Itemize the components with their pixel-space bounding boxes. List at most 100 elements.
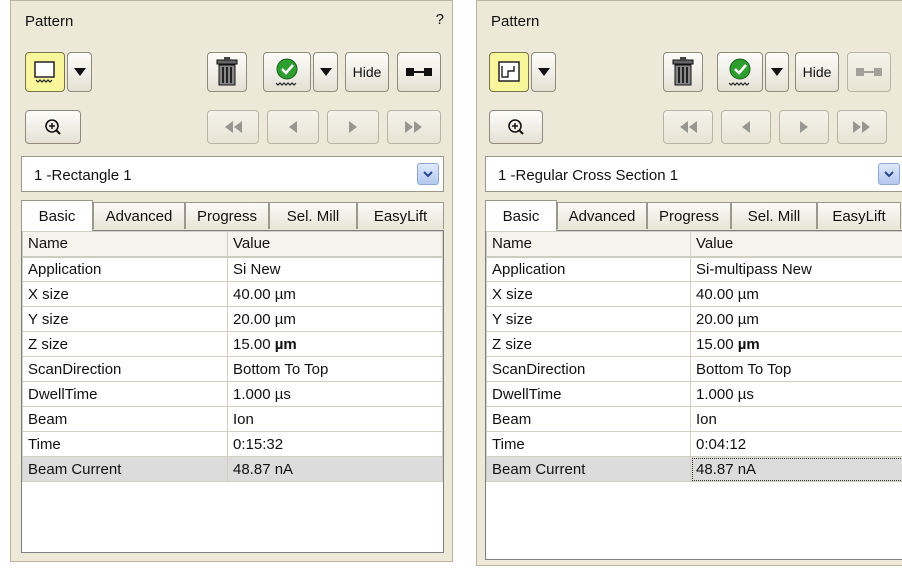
pattern-selector[interactable]: 1 -Regular Cross Section 1 — [485, 156, 902, 192]
previous-pattern-button[interactable] — [721, 110, 771, 144]
property-name: Beam Current — [22, 456, 228, 482]
table-row[interactable]: Application Si-multipass New — [486, 256, 902, 282]
property-value[interactable]: 1.000 µs — [690, 381, 902, 407]
chevron-down-icon[interactable] — [417, 163, 439, 185]
delete-button[interactable] — [663, 52, 703, 92]
pattern-selector[interactable]: 1 -Rectangle 1 — [21, 156, 444, 192]
table-row[interactable]: X size 40.00 µm — [486, 281, 902, 307]
property-name: Time — [22, 431, 228, 457]
property-value[interactable]: 15.00 µm — [227, 331, 443, 357]
property-name: DwellTime — [486, 381, 691, 407]
link-icon — [856, 68, 882, 76]
pattern-selector-value: 1 -Rectangle 1 — [34, 167, 132, 184]
property-value[interactable]: 15.00 µm — [690, 331, 902, 357]
next-pattern-button[interactable] — [779, 110, 829, 144]
tab-advanced[interactable]: Advanced — [93, 202, 185, 229]
next-pattern-button[interactable] — [327, 110, 379, 144]
table-row[interactable]: X size 40.00 µm — [22, 281, 443, 307]
column-header-name: Name — [486, 231, 691, 258]
property-value[interactable]: Si-multipass New — [690, 256, 902, 282]
zoom-button[interactable] — [25, 110, 81, 144]
last-pattern-button[interactable] — [387, 110, 441, 144]
property-value[interactable]: 20.00 µm — [227, 306, 443, 332]
pattern-type-dropdown-button[interactable] — [67, 52, 92, 92]
property-value[interactable]: Si New — [227, 256, 443, 282]
check-pattern-button[interactable] — [263, 52, 311, 92]
zoom-button[interactable] — [489, 110, 543, 144]
property-name: X size — [486, 281, 691, 307]
tab-progress[interactable]: Progress — [185, 202, 269, 229]
table-row-selected[interactable]: Beam Current 48.87 nA — [486, 456, 902, 482]
trash-icon — [672, 57, 694, 86]
property-value[interactable]: 0:15:32 — [227, 431, 443, 457]
last-pattern-button[interactable] — [837, 110, 887, 144]
property-value[interactable]: 48.87 nA — [690, 456, 902, 482]
table-row[interactable]: Beam Ion — [22, 406, 443, 432]
table-row[interactable]: Time 0:15:32 — [22, 431, 443, 457]
chevron-down-icon[interactable] — [878, 163, 900, 185]
magnifier-plus-icon — [508, 119, 524, 135]
table-row-selected[interactable]: Beam Current 48.87 nA — [22, 456, 443, 482]
property-value[interactable]: Ion — [227, 406, 443, 432]
delete-button[interactable] — [207, 52, 247, 92]
cross-section-pattern-button[interactable] — [489, 52, 529, 92]
property-value[interactable]: 40.00 µm — [690, 281, 902, 307]
property-name: Beam — [486, 406, 691, 432]
pattern-panel-left: Pattern ? Hide 1 -Rectangle 1 Basic Adva… — [10, 0, 453, 562]
column-header-name: Name — [22, 231, 228, 258]
cross-section-pattern-icon — [498, 61, 520, 82]
link-patterns-button[interactable] — [397, 52, 441, 92]
pattern-panel-right: Pattern ? Hide — [476, 0, 902, 566]
property-value[interactable]: 48.87 nA — [227, 456, 443, 482]
property-value[interactable]: 0:04:12 — [690, 431, 902, 457]
tab-sel-mill[interactable]: Sel. Mill — [269, 202, 357, 229]
first-pattern-button[interactable] — [207, 110, 259, 144]
tab-basic[interactable]: Basic — [485, 200, 557, 231]
tab-progress[interactable]: Progress — [647, 202, 731, 229]
first-pattern-button[interactable] — [663, 110, 713, 144]
z-size-number: 15.00 — [696, 335, 738, 353]
z-size-number: 15.00 — [233, 335, 275, 353]
link-patterns-button[interactable] — [847, 52, 891, 92]
table-row[interactable]: Application Si New — [22, 256, 443, 282]
check-dropdown-button[interactable] — [765, 52, 789, 92]
table-row[interactable]: Z size 15.00 µm — [486, 331, 902, 357]
check-pattern-icon — [275, 58, 298, 86]
table-row[interactable]: DwellTime 1.000 µs — [22, 381, 443, 407]
previous-pattern-button[interactable] — [267, 110, 319, 144]
hide-button[interactable]: Hide — [795, 52, 839, 92]
double-arrow-right-icon — [405, 121, 422, 133]
column-header-value: Value — [690, 231, 902, 258]
chevron-down-icon — [771, 68, 783, 76]
z-size-unit: µm — [737, 335, 760, 353]
tab-sel-mill[interactable]: Sel. Mill — [731, 202, 817, 229]
table-row[interactable]: Beam Ion — [486, 406, 902, 432]
property-value[interactable]: Bottom To Top — [227, 356, 443, 382]
tab-advanced[interactable]: Advanced — [557, 202, 647, 229]
property-value[interactable]: Bottom To Top — [690, 356, 902, 382]
tab-easylift[interactable]: EasyLift — [817, 202, 901, 229]
property-value[interactable]: 20.00 µm — [690, 306, 902, 332]
property-value[interactable]: 40.00 µm — [227, 281, 443, 307]
double-arrow-left-icon — [225, 121, 242, 133]
table-row[interactable]: ScanDirection Bottom To Top — [486, 356, 902, 382]
rectangle-pattern-button[interactable] — [25, 52, 65, 92]
help-icon[interactable]: ? — [436, 11, 444, 28]
table-row[interactable]: ScanDirection Bottom To Top — [22, 356, 443, 382]
tab-easylift[interactable]: EasyLift — [357, 202, 444, 229]
property-value[interactable]: Ion — [690, 406, 902, 432]
property-value[interactable]: 1.000 µs — [227, 381, 443, 407]
table-row[interactable]: Y size 20.00 µm — [22, 306, 443, 332]
property-grid: Name Value Application Si-multipass New X… — [485, 230, 902, 560]
panel-title: Pattern — [25, 13, 74, 30]
hide-button[interactable]: Hide — [345, 52, 389, 92]
tab-basic[interactable]: Basic — [21, 200, 93, 231]
table-row[interactable]: Time 0:04:12 — [486, 431, 902, 457]
check-dropdown-button[interactable] — [313, 52, 338, 92]
pattern-type-dropdown-button[interactable] — [531, 52, 556, 92]
check-pattern-button[interactable] — [717, 52, 763, 92]
table-row[interactable]: Y size 20.00 µm — [486, 306, 902, 332]
table-row[interactable]: DwellTime 1.000 µs — [486, 381, 902, 407]
property-name: X size — [22, 281, 228, 307]
table-row[interactable]: Z size 15.00 µm — [22, 331, 443, 357]
